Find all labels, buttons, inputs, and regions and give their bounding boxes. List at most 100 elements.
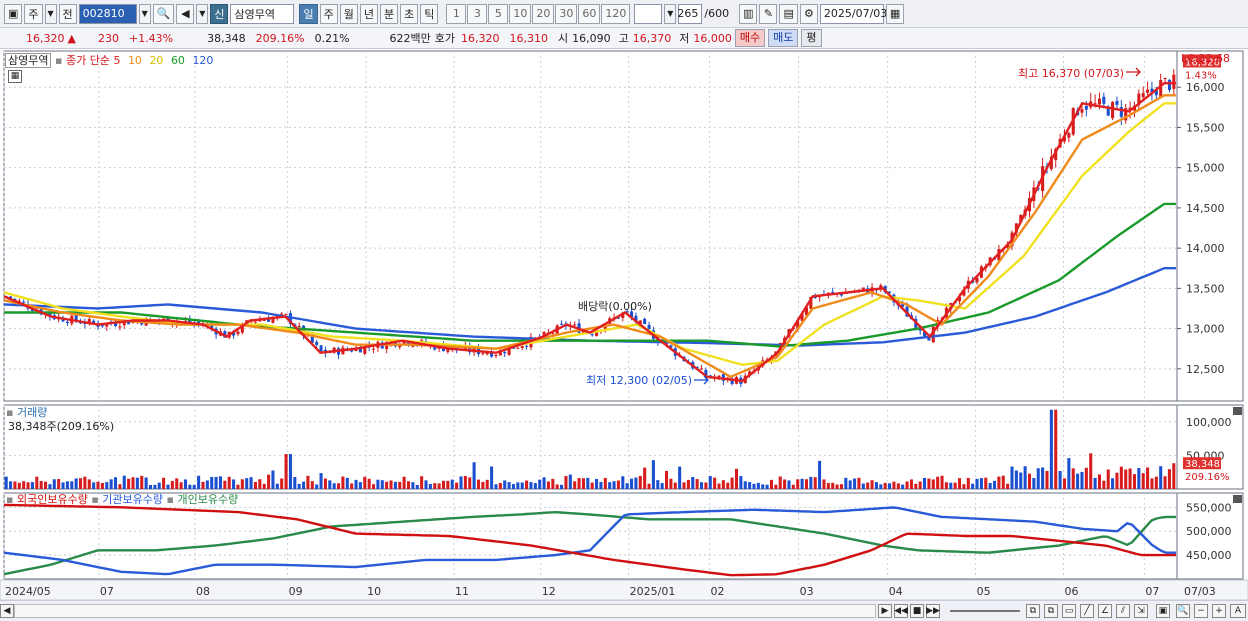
volume-bar bbox=[1097, 474, 1102, 489]
prev-button[interactable]: 전 bbox=[58, 3, 77, 24]
tools-icon[interactable]: ✎ bbox=[759, 3, 778, 24]
volume-bar bbox=[975, 478, 979, 489]
volume-bar bbox=[909, 479, 913, 489]
volume-bar bbox=[485, 479, 489, 489]
interval-10[interactable]: 10 bbox=[509, 3, 532, 24]
volume-bar bbox=[638, 475, 642, 489]
volume-bar bbox=[35, 476, 39, 489]
volume-bar bbox=[713, 477, 717, 489]
export-icon[interactable]: ⇲ bbox=[1134, 604, 1148, 618]
interval-3[interactable]: 3 bbox=[467, 3, 488, 24]
candle-body bbox=[481, 352, 485, 354]
tab-day[interactable]: 일 bbox=[299, 3, 318, 24]
grid-toggle-icon[interactable]: ▦ bbox=[8, 70, 22, 83]
volume-bar bbox=[520, 482, 524, 489]
candle-body bbox=[315, 341, 319, 345]
stop-icon[interactable]: ■ bbox=[910, 604, 924, 618]
volume-tick-label: 100,000 bbox=[1186, 416, 1232, 429]
rewind-icon[interactable]: ◀◀ bbox=[894, 604, 908, 618]
volume-bar bbox=[979, 478, 983, 489]
chevron-down-icon[interactable]: ▼ bbox=[44, 3, 57, 24]
candle-type-icon[interactable]: ▥ bbox=[739, 3, 758, 24]
scroll-track[interactable] bbox=[14, 604, 876, 618]
volume-bar bbox=[1045, 470, 1049, 489]
stock-chart[interactable]: 12,500 13,000 13,500 14,000 14,500 15,000 15,5… bbox=[0, 49, 1248, 600]
fast-forward-icon[interactable]: ▶▶ bbox=[926, 604, 940, 618]
volume-bar bbox=[765, 484, 769, 489]
screen-icon[interactable]: ▣ bbox=[1156, 604, 1170, 618]
buy-button[interactable]: 매수 bbox=[734, 29, 766, 47]
volume-bar bbox=[538, 479, 542, 489]
speaker-icon[interactable]: ◀ bbox=[176, 3, 195, 24]
interval-custom-input[interactable] bbox=[634, 3, 663, 24]
volume-bar bbox=[525, 480, 529, 489]
tab-minute[interactable]: 분 bbox=[379, 3, 399, 24]
tab-week[interactable]: 주 bbox=[319, 3, 338, 24]
gear-icon[interactable]: ⚙ bbox=[799, 3, 818, 24]
volume-bar bbox=[179, 482, 183, 489]
tab-tick[interactable]: 틱 bbox=[420, 3, 439, 24]
chevron-down-icon[interactable]: ▼ bbox=[196, 3, 209, 24]
period-selector[interactable]: 주 bbox=[24, 3, 43, 24]
volume-bar bbox=[367, 478, 371, 489]
save-icon[interactable]: ▤ bbox=[779, 3, 798, 24]
volume-bar bbox=[214, 476, 218, 489]
volume-bar bbox=[1124, 469, 1128, 489]
volume-bar bbox=[428, 483, 432, 489]
volume-bar bbox=[153, 484, 157, 489]
zoom-slider[interactable] bbox=[950, 610, 1020, 612]
volume-bar bbox=[1167, 469, 1171, 489]
calendar-icon[interactable]: ▦ bbox=[885, 3, 905, 24]
volume-bar bbox=[551, 478, 555, 489]
x-axis-label: 03 bbox=[800, 585, 814, 598]
split-icon[interactable]: ▭ bbox=[1062, 604, 1076, 618]
scroll-left-icon[interactable]: ◀ bbox=[0, 604, 14, 618]
interval-120[interactable]: 120 bbox=[601, 3, 631, 24]
stock-name-field[interactable]: 삼영무역 bbox=[230, 3, 295, 24]
volume-value: 38,348 bbox=[207, 31, 246, 45]
interval-30[interactable]: 30 bbox=[555, 3, 578, 24]
volume-bar bbox=[682, 482, 686, 489]
volume-bar bbox=[883, 482, 887, 489]
draw-channel-icon[interactable]: ⫽ bbox=[1116, 604, 1130, 618]
bar-count-input[interactable]: 265 bbox=[677, 3, 703, 24]
stock-code-input[interactable]: 002810 bbox=[78, 3, 137, 24]
zoom-icon[interactable]: 🔍 bbox=[1176, 604, 1190, 618]
layers-icon[interactable]: ⧉ bbox=[1044, 604, 1058, 618]
volume-bar bbox=[988, 483, 992, 489]
interval-5[interactable]: 5 bbox=[488, 3, 509, 24]
eval-button[interactable]: 평 bbox=[801, 29, 822, 47]
volume-bar bbox=[83, 476, 87, 489]
chevron-down-icon[interactable]: ▼ bbox=[138, 3, 151, 24]
draw-line-icon[interactable]: ╱ bbox=[1080, 604, 1094, 618]
volume-bar bbox=[498, 483, 502, 489]
zoom-in-icon[interactable]: + bbox=[1212, 604, 1226, 618]
volume-bar bbox=[210, 476, 214, 489]
interval-1[interactable]: 1 bbox=[446, 3, 467, 24]
volume-bar bbox=[262, 483, 266, 489]
scroll-right-icon[interactable]: ▶ bbox=[878, 604, 892, 618]
volume-bar bbox=[949, 482, 953, 489]
volume-bar bbox=[218, 476, 223, 489]
tab-second[interactable]: 초 bbox=[400, 3, 419, 24]
layout-icon[interactable]: ▣ bbox=[4, 3, 23, 24]
interval-20[interactable]: 20 bbox=[532, 3, 555, 24]
volume-bar bbox=[756, 482, 760, 489]
interval-60[interactable]: 60 bbox=[578, 3, 601, 24]
chevron-down-icon[interactable]: ▼ bbox=[664, 3, 677, 24]
font-size-icon[interactable]: A bbox=[1230, 604, 1246, 618]
volume-bar bbox=[144, 477, 148, 489]
draw-angle-icon[interactable]: ∠ bbox=[1098, 604, 1112, 618]
search-icon[interactable]: 🔍 bbox=[152, 3, 175, 24]
volume-bar bbox=[936, 476, 940, 489]
tab-year[interactable]: 년 bbox=[359, 3, 378, 24]
copy-icon[interactable]: ⧉ bbox=[1026, 604, 1040, 618]
sell-button[interactable]: 매도 bbox=[768, 29, 799, 47]
tab-month[interactable]: 월 bbox=[339, 3, 358, 24]
panel-close-icon bbox=[1233, 407, 1242, 415]
candle-body bbox=[1146, 89, 1150, 93]
date-input[interactable]: 2025/07/03 bbox=[819, 3, 887, 24]
zoom-out-icon[interactable]: − bbox=[1194, 604, 1208, 618]
chart-scrollbar[interactable]: ◀ ▶ ◀◀ ■ ▶▶ ⧉ ⧉ ▭ ╱ ∠ ⫽ ⇲ ▣ 🔍 − + A bbox=[0, 600, 1248, 621]
volume-bar bbox=[170, 480, 174, 489]
